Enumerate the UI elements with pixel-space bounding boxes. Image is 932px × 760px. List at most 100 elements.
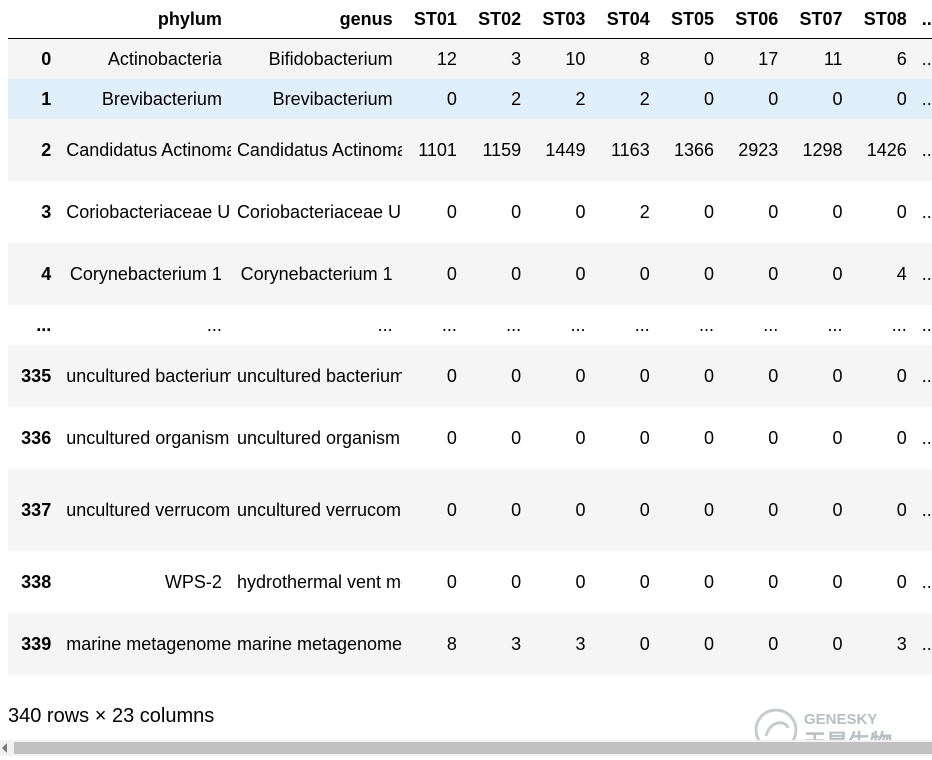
count-cell: 0 bbox=[768, 88, 779, 109]
phylum-cell: Coriobacteriaceae UCG-002 bbox=[66, 201, 231, 222]
row-index: 0 bbox=[41, 48, 52, 69]
more-columns-cell: ... bbox=[921, 88, 932, 109]
more-columns-cell: ... bbox=[921, 314, 932, 335]
count-cell: 1449 bbox=[545, 139, 586, 160]
table-row: 339 marine metagenome marine metagenome 8 3 3… bbox=[8, 612, 932, 675]
count-cell: ... bbox=[698, 314, 714, 335]
column-header-st07: ST07 bbox=[787, 0, 852, 39]
more-columns-cell: ... bbox=[921, 48, 932, 69]
count-cell: 6 bbox=[896, 48, 907, 69]
row-index: 338 bbox=[21, 571, 52, 592]
count-cell: 0 bbox=[639, 365, 650, 386]
count-cell: 0 bbox=[639, 499, 650, 520]
dataframe-shape-text: 340 rows × 23 columns bbox=[8, 705, 215, 727]
table-row: 337 uncultured verrucomicrobium HF0070_15… bbox=[8, 468, 932, 551]
count-cell: 0 bbox=[446, 263, 457, 284]
horizontal-scrollbar[interactable] bbox=[0, 740, 932, 756]
count-cell: 0 bbox=[703, 427, 714, 448]
phylum-cell: uncultured organism bbox=[66, 427, 230, 448]
count-cell: 0 bbox=[703, 499, 714, 520]
column-header-st03: ST03 bbox=[530, 0, 595, 39]
row-index: 335 bbox=[21, 365, 52, 386]
count-cell: 0 bbox=[511, 571, 522, 592]
row-index: 336 bbox=[21, 427, 52, 448]
count-cell: 0 bbox=[703, 201, 714, 222]
count-cell: ... bbox=[570, 314, 586, 335]
count-cell: 8 bbox=[639, 48, 650, 69]
count-cell: 10 bbox=[565, 48, 586, 69]
table-row: 336 uncultured organism uncultured organis… bbox=[8, 406, 932, 469]
table-row: 4 Corynebacterium 1 Corynebacterium 1 0 0 0 0 0… bbox=[8, 242, 932, 305]
count-cell: 2 bbox=[639, 88, 650, 109]
table-row: 2 Candidatus ActinomarinaCandidatus Actin… bbox=[8, 118, 932, 181]
phylum-cell: Brevibacterium bbox=[101, 88, 222, 109]
count-cell: 1366 bbox=[673, 139, 714, 160]
row-index: 3 bbox=[41, 201, 52, 222]
phylum-cell: Corynebacterium 1 bbox=[69, 263, 222, 284]
count-cell: 0 bbox=[446, 88, 457, 109]
count-cell: ... bbox=[506, 314, 522, 335]
row-index: 4 bbox=[41, 263, 52, 284]
count-cell: 0 bbox=[575, 365, 586, 386]
count-cell: ... bbox=[763, 314, 779, 335]
count-cell: 2923 bbox=[738, 139, 779, 160]
count-cell: 2 bbox=[575, 88, 586, 109]
index-header bbox=[8, 0, 61, 39]
count-cell: 4 bbox=[896, 263, 907, 284]
count-cell: 0 bbox=[575, 571, 586, 592]
count-cell: 0 bbox=[768, 427, 779, 448]
genus-cell: marine metagenome bbox=[236, 633, 402, 654]
column-header-st06: ST06 bbox=[722, 0, 788, 39]
genus-cell: uncultured organism bbox=[236, 427, 401, 448]
watermark-brand-en: GENESKY bbox=[804, 711, 877, 728]
table-row: 0 Actinobacteria Bifidobacterium 12 3 10 8 0 17 1… bbox=[8, 38, 932, 79]
count-cell: 0 bbox=[768, 263, 779, 284]
count-cell: 0 bbox=[768, 201, 779, 222]
count-cell: 3 bbox=[575, 633, 586, 654]
genus-cell: ... bbox=[377, 314, 393, 335]
count-cell: 0 bbox=[703, 633, 714, 654]
count-cell: ... bbox=[827, 314, 843, 335]
count-cell: 1101 bbox=[418, 139, 457, 160]
genus-cell: uncultured verrucomicrobium HF0070_15G23 bbox=[236, 499, 402, 520]
scroll-left-icon[interactable] bbox=[2, 743, 7, 753]
count-cell: 0 bbox=[832, 201, 843, 222]
count-cell: 0 bbox=[575, 201, 586, 222]
count-cell: 3 bbox=[511, 633, 522, 654]
count-cell: 17 bbox=[758, 48, 779, 69]
table-row: 338 WPS-2 hydrothermal vent metagenome 0 0 0 0… bbox=[8, 550, 932, 613]
more-columns-cell: ... bbox=[921, 201, 932, 222]
more-columns-cell: ... bbox=[921, 365, 932, 386]
count-cell: 0 bbox=[768, 633, 779, 654]
count-cell: 0 bbox=[896, 88, 907, 109]
genus-cell: uncultured bacterium bbox=[236, 365, 402, 386]
count-cell: 3 bbox=[896, 633, 907, 654]
count-cell: 0 bbox=[832, 571, 843, 592]
count-cell: 0 bbox=[639, 633, 650, 654]
column-header-genus: genus bbox=[230, 0, 402, 39]
count-cell: 0 bbox=[832, 427, 843, 448]
genus-cell: Brevibacterium bbox=[272, 88, 393, 109]
count-cell: 0 bbox=[703, 263, 714, 284]
count-cell: ... bbox=[891, 314, 907, 335]
count-cell: 0 bbox=[575, 499, 586, 520]
count-cell: 0 bbox=[511, 263, 522, 284]
more-columns-cell: ... bbox=[921, 263, 932, 284]
row-index: 337 bbox=[21, 499, 52, 520]
scrollbar-thumb[interactable] bbox=[14, 742, 932, 754]
count-cell: 0 bbox=[511, 365, 522, 386]
count-cell: 8 bbox=[446, 633, 457, 654]
count-cell: 0 bbox=[832, 633, 843, 654]
genus-cell: Candidatus Actinomarina bbox=[236, 139, 402, 160]
count-cell: 0 bbox=[511, 201, 522, 222]
phylum-cell: marine metagenome bbox=[66, 633, 231, 654]
count-cell: 0 bbox=[511, 499, 522, 520]
count-cell: 0 bbox=[446, 571, 457, 592]
count-cell: 0 bbox=[768, 365, 779, 386]
count-cell: 0 bbox=[703, 88, 714, 109]
count-cell: 0 bbox=[896, 427, 907, 448]
count-cell: 0 bbox=[703, 571, 714, 592]
more-columns-cell: ... bbox=[921, 427, 932, 448]
genus-cell: Bifidobacterium bbox=[268, 48, 393, 69]
count-cell: 0 bbox=[832, 499, 843, 520]
